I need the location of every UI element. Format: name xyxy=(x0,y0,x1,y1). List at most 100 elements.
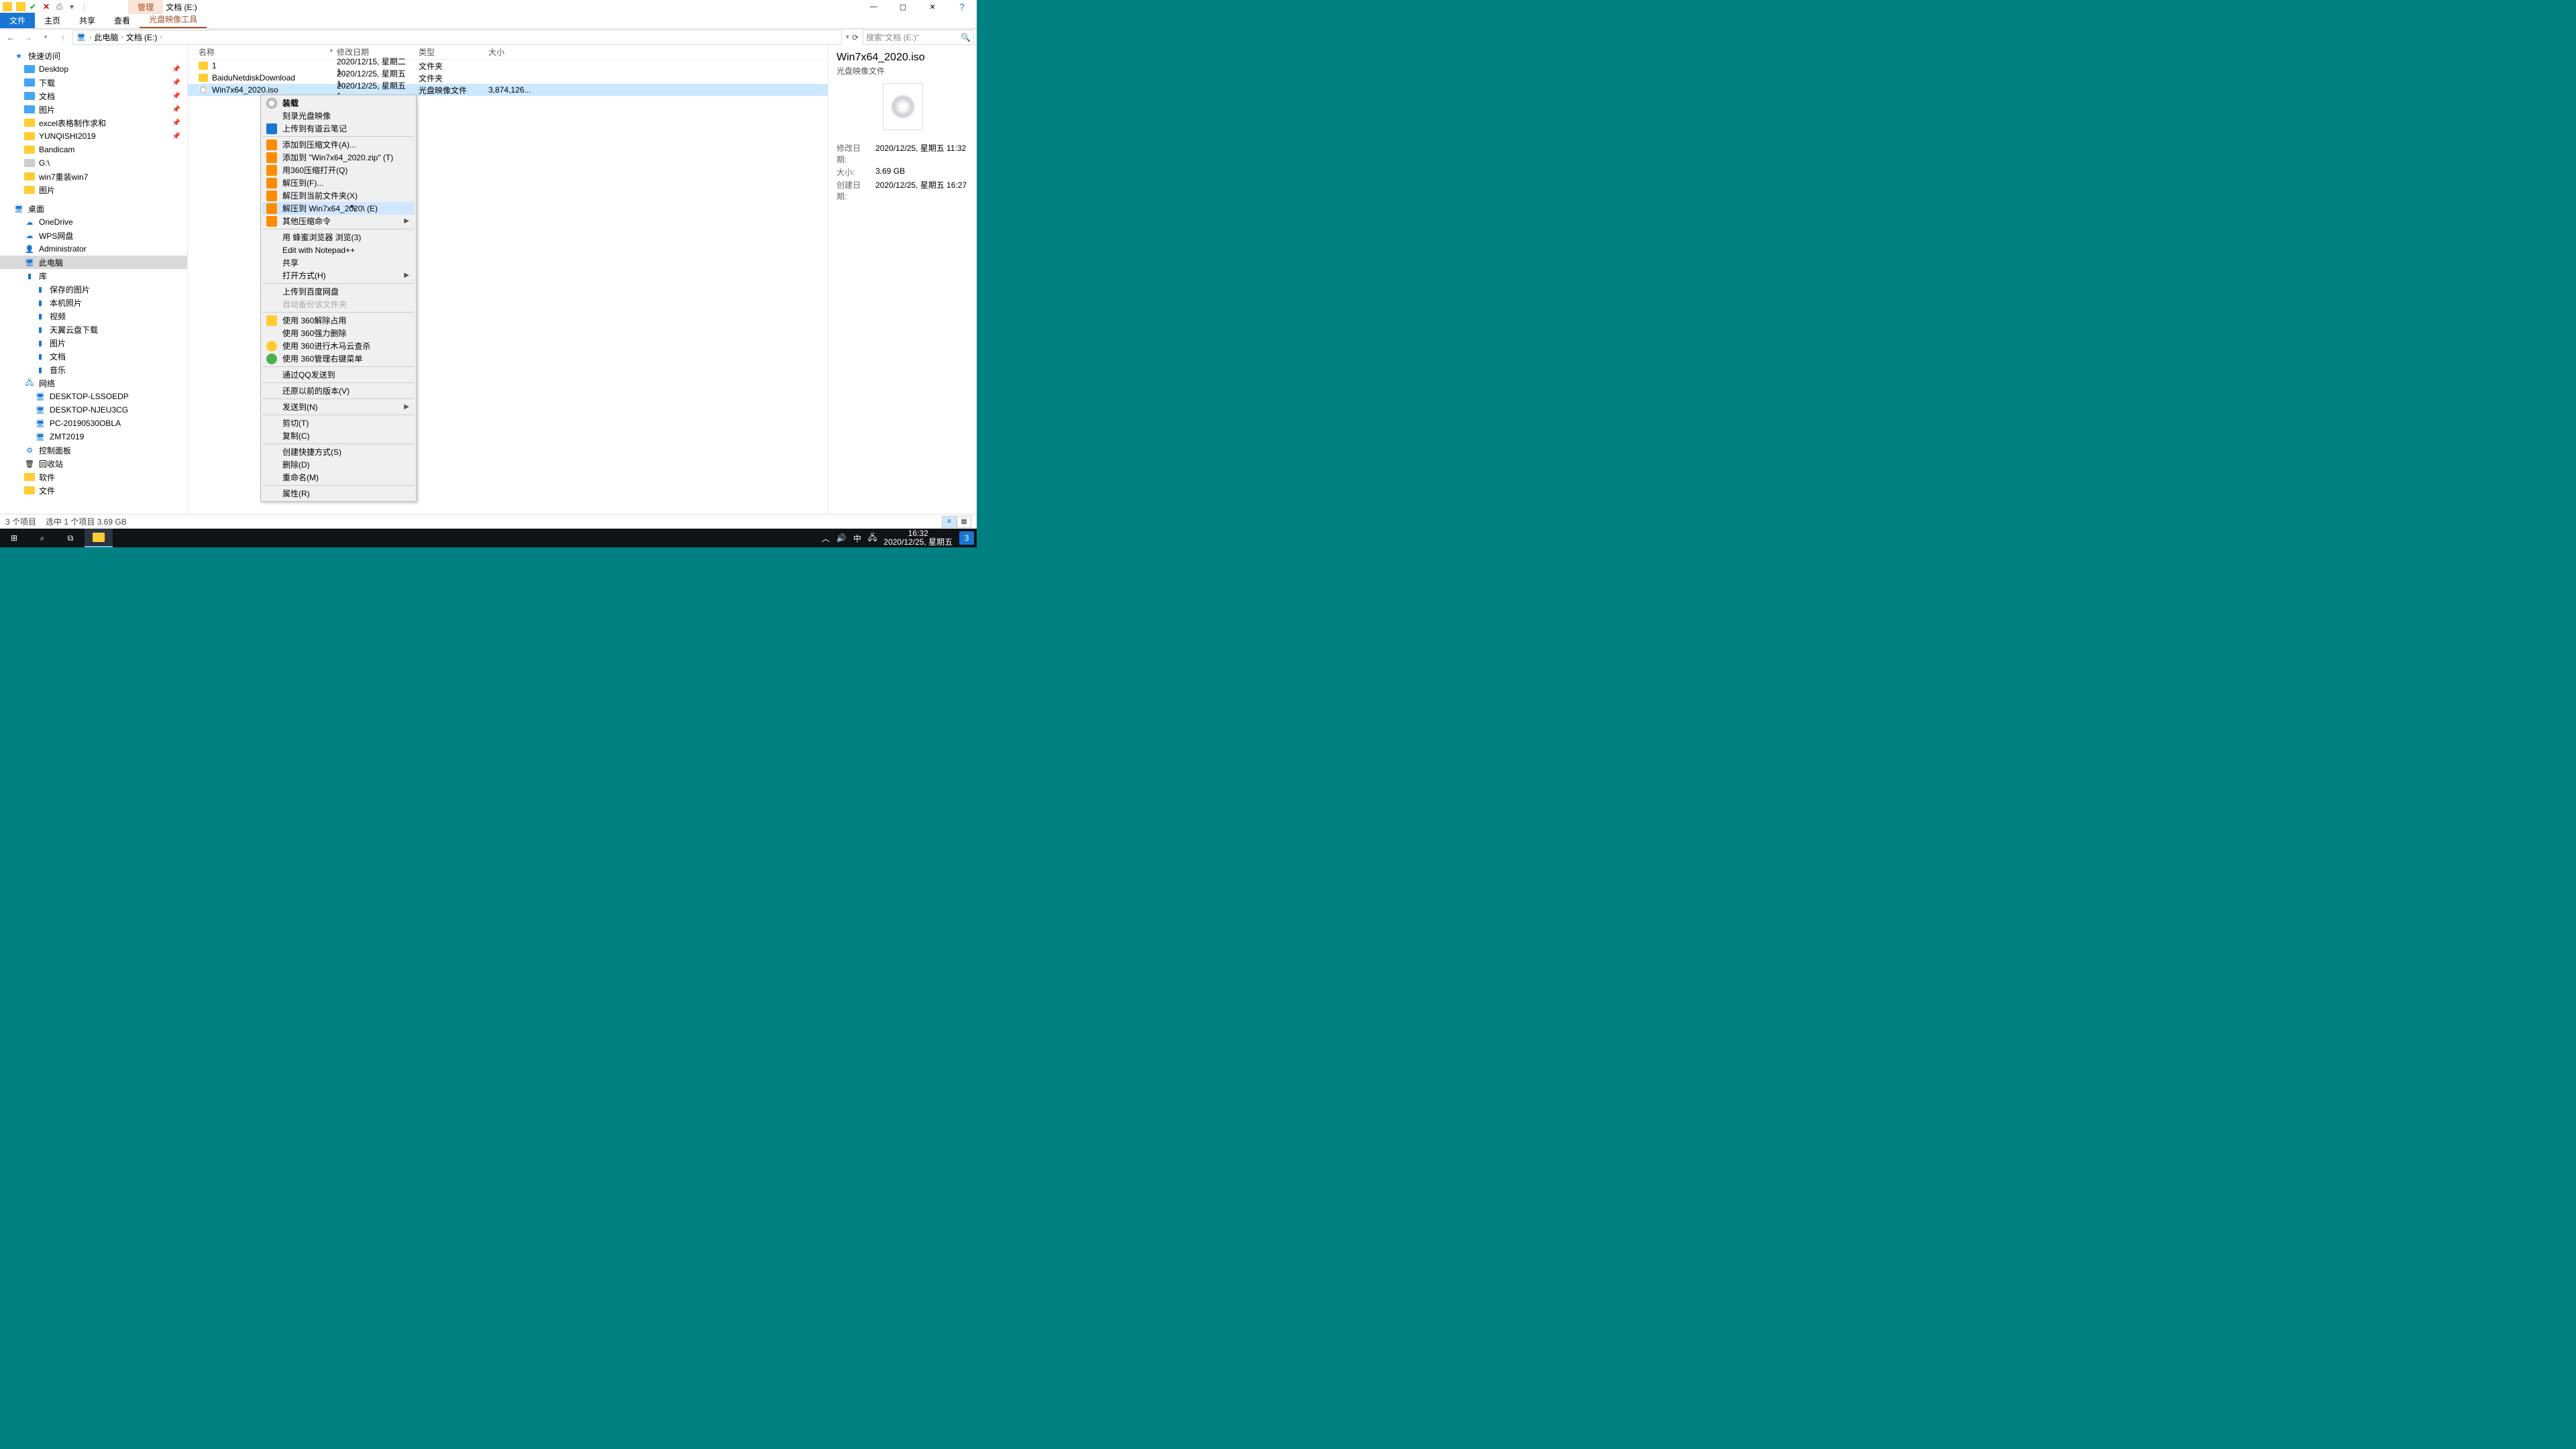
menu-item[interactable]: 共享 xyxy=(262,256,415,269)
tree-item-recycle[interactable]: 🗑回收站 xyxy=(0,457,187,470)
ime-indicator[interactable]: 中 xyxy=(853,533,861,544)
tree-item[interactable]: excel表格制作求和📌 xyxy=(0,116,187,129)
tree-item[interactable]: G:\ xyxy=(0,156,187,170)
tree-item[interactable]: 图片 xyxy=(0,183,187,197)
tree-item[interactable]: 🖥DESKTOP-LSSOEDP xyxy=(0,390,187,403)
check-icon[interactable]: ✔ xyxy=(30,2,39,11)
chevron-right-icon[interactable]: › xyxy=(121,34,123,41)
tree-item-pictures[interactable]: 图片📌 xyxy=(0,103,187,116)
search-button[interactable]: ⌕ xyxy=(28,529,56,547)
tree-item[interactable]: ▮天翼云盘下载 xyxy=(0,323,187,336)
refresh-icon[interactable]: ⟳ xyxy=(852,33,859,42)
minimize-button[interactable]: — xyxy=(859,0,888,13)
tree-item-libraries[interactable]: ▮库 xyxy=(0,269,187,282)
menu-item[interactable]: 用 蜂蜜浏览器 浏览(3) xyxy=(262,231,415,244)
tree-item[interactable]: 🖥PC-20190530OBLA xyxy=(0,417,187,430)
tray-overflow-icon[interactable]: ︿ xyxy=(822,533,830,544)
folder-icon[interactable] xyxy=(16,2,25,11)
menu-item[interactable]: 解压到当前文件夹(X) xyxy=(262,189,415,202)
tree-item-user[interactable]: 👤Administrator xyxy=(0,242,187,256)
start-button[interactable]: ⊞ xyxy=(0,529,28,547)
tree-item-documents[interactable]: 文档📌 xyxy=(0,89,187,103)
file-row[interactable]: 12020/12/15, 星期二 1...文件夹 xyxy=(188,60,828,72)
menu-item[interactable]: 使用 360强力删除 xyxy=(262,327,415,339)
menu-item[interactable]: 创建快捷方式(S) xyxy=(262,445,415,458)
network-icon[interactable]: 🖧 xyxy=(868,531,877,545)
back-button[interactable]: ← xyxy=(3,30,19,45)
tree-item-onedrive[interactable]: ☁OneDrive xyxy=(0,215,187,229)
file-row[interactable]: BaiduNetdiskDownload2020/12/25, 星期五 1...… xyxy=(188,72,828,84)
tree-item-this-pc[interactable]: 🖥此电脑 xyxy=(0,256,187,269)
menu-item[interactable]: 复制(C) xyxy=(262,429,415,442)
tree-item[interactable]: YUNQISHI2019📌 xyxy=(0,129,187,143)
menu-item[interactable]: 剪切(T) xyxy=(262,417,415,429)
menu-item[interactable]: 通过QQ发送到 xyxy=(262,368,415,381)
tree-item[interactable]: ▮保存的图片 xyxy=(0,282,187,296)
search-icon[interactable]: 🔍 xyxy=(961,33,971,42)
menu-item[interactable]: 添加到压缩文件(A)... xyxy=(262,138,415,151)
menu-item[interactable]: 添加到 "Win7x64_2020.zip" (T) xyxy=(262,151,415,164)
menu-item[interactable]: 属性(R) xyxy=(262,487,415,500)
task-view-button[interactable]: ⧉ xyxy=(56,529,85,547)
print-icon[interactable]: ⎙ xyxy=(56,2,66,11)
icons-view-button[interactable]: ▦ xyxy=(957,516,971,528)
menu-item[interactable]: 重命名(M) xyxy=(262,471,415,484)
tree-item[interactable]: Bandicam xyxy=(0,143,187,156)
recent-dropdown[interactable]: ▾ xyxy=(38,30,54,45)
tree-item-control-panel[interactable]: ⚙控制面板 xyxy=(0,443,187,457)
chevron-right-icon[interactable]: › xyxy=(89,34,91,41)
tree-item[interactable]: ▮本机照片 xyxy=(0,296,187,309)
menu-item[interactable]: 装载 xyxy=(262,97,415,109)
column-name[interactable]: 名称▴ xyxy=(188,46,337,58)
column-size[interactable]: 大小 xyxy=(488,46,534,58)
tree-item-downloads[interactable]: 下载📌 xyxy=(0,76,187,89)
menu-item[interactable]: 使用 360管理右键菜单 xyxy=(262,352,415,365)
menu-item[interactable]: 上传到百度网盘 xyxy=(262,285,415,298)
clock[interactable]: 16:32 2020/12/25, 星期五 xyxy=(883,529,953,547)
action-center-icon[interactable]: 3 xyxy=(959,531,974,545)
close-button[interactable]: ✕ xyxy=(918,0,947,13)
menu-item[interactable]: 发送到(N)▶ xyxy=(262,400,415,413)
tree-item[interactable]: 软件 xyxy=(0,470,187,484)
tree-item-desktop[interactable]: Desktop📌 xyxy=(0,62,187,76)
menu-item[interactable]: 打开方式(H)▶ xyxy=(262,269,415,282)
up-button[interactable]: ↑ xyxy=(55,30,71,45)
menu-item[interactable]: 用360压缩打开(Q) xyxy=(262,164,415,176)
crumb-drive[interactable]: 文档 (E:) xyxy=(126,32,158,43)
navigation-tree[interactable]: ★快速访问 Desktop📌 下载📌 文档📌 图片📌 excel表格制作求和📌 … xyxy=(0,45,188,514)
explorer-taskbar-button[interactable] xyxy=(85,529,113,547)
tree-item-network[interactable]: 🖧网络 xyxy=(0,376,187,390)
tree-desktop[interactable]: 🖥桌面 xyxy=(0,202,187,215)
tree-quick-access[interactable]: ★快速访问 xyxy=(0,49,187,62)
tab-home[interactable]: 主页 xyxy=(35,13,70,28)
menu-item[interactable]: 刻录光盘映像 xyxy=(262,109,415,122)
menu-item[interactable]: 其他压缩命令▶ xyxy=(262,215,415,227)
tree-item[interactable]: ▮视频 xyxy=(0,309,187,323)
menu-item[interactable]: 解压到(F)... xyxy=(262,176,415,189)
details-view-button[interactable]: ≡ xyxy=(942,516,957,528)
column-type[interactable]: 类型 xyxy=(419,46,488,58)
chevron-down-icon[interactable]: ▾ xyxy=(846,34,849,41)
menu-item[interactable]: 上传到有道云笔记 xyxy=(262,122,415,135)
x-icon[interactable]: ✕ xyxy=(43,2,52,11)
tree-item[interactable]: ▮图片 xyxy=(0,336,187,350)
crumb-this-pc[interactable]: 此电脑 xyxy=(94,32,118,43)
menu-item[interactable]: 使用 360解除占用 xyxy=(262,314,415,327)
tab-share[interactable]: 共享 xyxy=(70,13,105,28)
tree-item[interactable]: ▮音乐 xyxy=(0,363,187,376)
menu-item[interactable]: Edit with Notepad++ xyxy=(262,244,415,256)
chevron-down-icon[interactable]: ▾ xyxy=(70,2,79,11)
tree-item-wps[interactable]: ☁WPS网盘 xyxy=(0,229,187,242)
breadcrumb[interactable]: 🖥 › 此电脑 › 文档 (E:) › xyxy=(72,30,842,45)
tab-disc-image-tools[interactable]: 光盘映像工具 xyxy=(140,11,207,28)
maximize-button[interactable]: ▢ xyxy=(888,0,918,13)
volume-icon[interactable]: 🔊 xyxy=(837,533,847,543)
tab-view[interactable]: 查看 xyxy=(105,13,140,28)
forward-button[interactable]: → xyxy=(20,30,36,45)
menu-item[interactable]: 删除(D) xyxy=(262,458,415,471)
tree-item[interactable]: ▮文档 xyxy=(0,350,187,363)
menu-item[interactable]: 解压到 Win7x64_2020\ (E)↖ xyxy=(262,202,415,215)
search-input[interactable]: 搜索"文档 (E:)" 🔍 xyxy=(863,30,974,45)
menu-item[interactable]: 还原以前的版本(V) xyxy=(262,384,415,397)
chevron-right-icon[interactable]: › xyxy=(160,34,162,41)
